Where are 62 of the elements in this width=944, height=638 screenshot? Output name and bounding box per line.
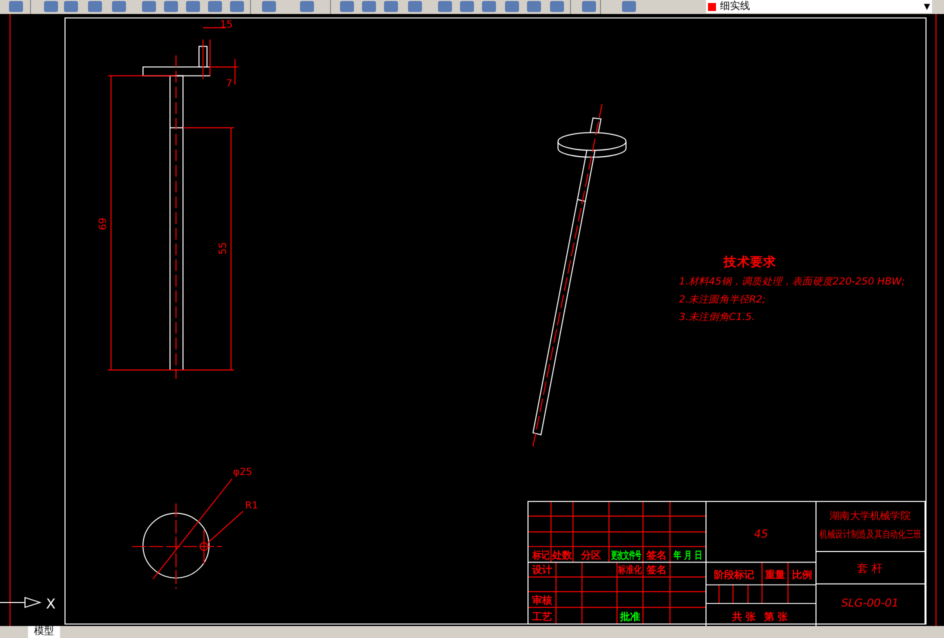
title-block-label: 标准化 — [618, 565, 642, 576]
tool-icon[interactable] — [340, 1, 354, 12]
title-block-label: 分区 — [580, 550, 602, 562]
ucs-icon — [0, 596, 42, 608]
dimension-text: 69 — [98, 218, 110, 230]
tool-icon[interactable] — [550, 1, 564, 12]
tool-icon[interactable] — [164, 1, 178, 12]
title-block-label: 重量 — [764, 570, 786, 581]
title-block-label: 阶段标记 — [714, 570, 754, 581]
tool-icon[interactable] — [44, 1, 58, 12]
tech-requirement-text: 3.未注倒角C1.5. — [679, 312, 755, 323]
dimension-text: 7 — [226, 78, 232, 90]
tool-icon[interactable] — [505, 1, 519, 12]
tool-icon[interactable] — [208, 1, 222, 12]
school-name: 湖南大学机械学院 — [830, 511, 910, 522]
tool-icon[interactable] — [582, 1, 596, 12]
axis-label: X — [46, 596, 56, 612]
material-text: 45 — [754, 528, 768, 541]
tool-icon[interactable] — [527, 1, 541, 12]
tool-icon[interactable] — [408, 1, 422, 12]
title-block-label: 比例 — [792, 570, 812, 581]
drawing-number: SLG-00-01 — [841, 596, 899, 610]
title-block-label: 签名 — [646, 550, 667, 562]
tool-icon[interactable] — [64, 1, 78, 12]
title-block-label: 设计 — [532, 565, 552, 576]
title-block-label: 更改文件号 — [610, 548, 642, 561]
tool-icon[interactable] — [482, 1, 496, 12]
tool-icon[interactable] — [300, 1, 314, 12]
tech-requirements-title: 技术要求 — [724, 255, 776, 270]
title-block-label: 年 月 日 — [674, 550, 702, 562]
title-block-label: 批准 — [620, 612, 640, 624]
tool-icon[interactable] — [438, 1, 452, 12]
title-block-label: 工艺 — [532, 612, 552, 624]
tool-icon[interactable] — [112, 1, 126, 12]
title-block-label: 共 张 — [732, 612, 756, 624]
tool-icon[interactable] — [230, 1, 244, 12]
tool-icon[interactable] — [622, 1, 636, 12]
layer-dropdown[interactable]: 细实线 ▼ — [706, 0, 932, 13]
dropdown-arrow-icon: ▼ — [924, 0, 930, 12]
dimension-text: φ25 — [233, 467, 252, 478]
tech-requirement-text: 2.未注圆角半径R2; — [679, 294, 766, 306]
tool-icon[interactable] — [384, 1, 398, 12]
title-block-label: 第 张 — [764, 612, 788, 624]
tool-icon[interactable] — [88, 1, 102, 12]
tool-icon[interactable] — [262, 1, 276, 12]
dimension-text: R1 — [245, 500, 258, 512]
tool-icon[interactable] — [460, 1, 474, 12]
title-block-label: 处数 — [552, 550, 572, 562]
tool-icon[interactable] — [186, 1, 200, 12]
tech-requirement-text: 1.材料45钢，调质处理，表面硬度220-250 HBW; — [679, 276, 905, 288]
class-name: 机械设计制造及其自动化三班 — [819, 530, 922, 542]
layout-tab[interactable]: 模型 — [28, 626, 60, 638]
dimension-text: 55 — [218, 242, 230, 255]
tool-icon[interactable] — [9, 1, 23, 12]
title-block-label: 标记 — [532, 550, 550, 562]
dimension-text: 15 — [220, 20, 233, 31]
tool-icon[interactable] — [142, 1, 156, 12]
title-block-label: 审核 — [532, 596, 552, 606]
layer-color-icon — [708, 2, 716, 10]
tool-icon[interactable] — [362, 1, 376, 12]
part-name: 套 杆 — [857, 562, 883, 576]
title-block-label: 签名 — [646, 565, 667, 576]
